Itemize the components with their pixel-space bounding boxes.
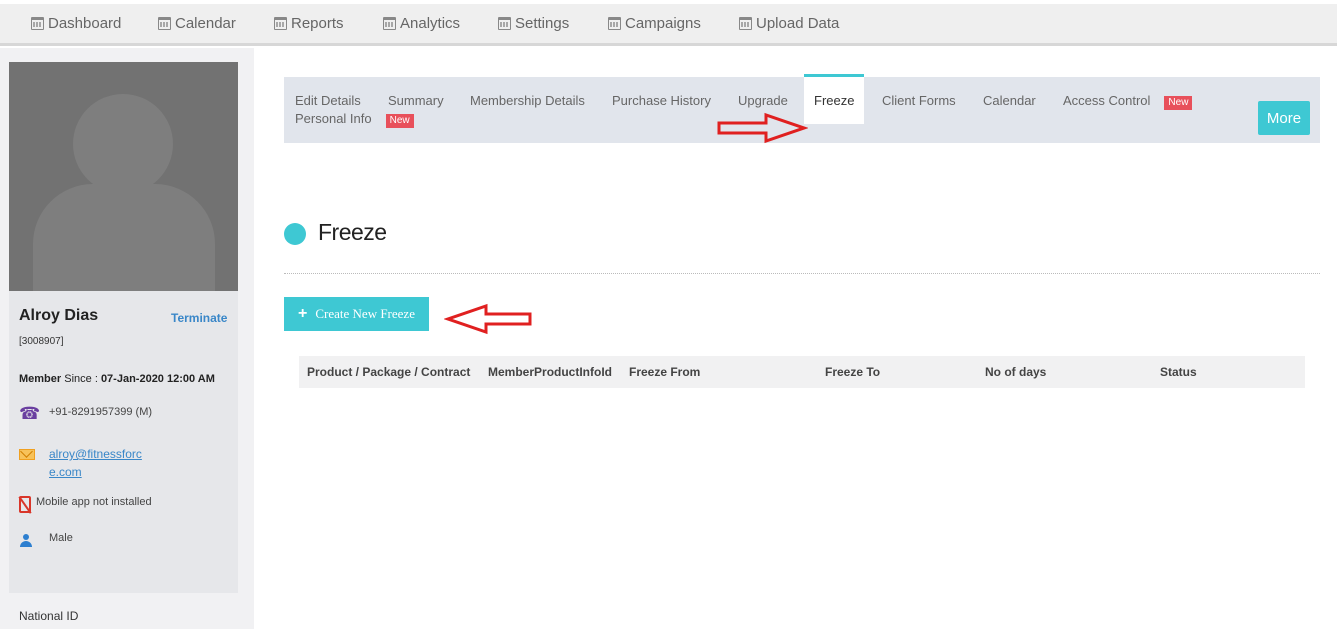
member-name: Alroy Dias: [19, 307, 99, 324]
phone-icon: [19, 404, 40, 424]
member-since: Member Since : 07-Jan-2020 12:00 AM: [19, 373, 215, 385]
annotation-arrow-right-icon: [717, 112, 808, 144]
phone-number: +91-8291957399 (M): [49, 406, 153, 418]
column-header: Freeze From: [629, 365, 701, 379]
avatar-head: [73, 94, 173, 194]
nav-campaigns[interactable]: Campaigns: [608, 15, 701, 32]
since-text: Since :: [61, 373, 101, 385]
email-link[interactable]: alroy@fitnessforc e.com: [49, 445, 149, 481]
column-header: Product / Package / Contract: [307, 365, 471, 379]
nav-label: Dashboard: [48, 15, 122, 32]
gender-row: Male: [19, 532, 73, 548]
calendar-icon: [274, 17, 287, 30]
tab-upgrade[interactable]: Upgrade: [738, 93, 788, 108]
tab-personal-info[interactable]: Personal Info New: [295, 111, 414, 128]
nav-dashboard[interactable]: Dashboard: [31, 15, 121, 32]
terminate-link[interactable]: Terminate: [171, 311, 227, 325]
plus-icon: +: [298, 305, 308, 322]
nav-analytics[interactable]: Analytics: [383, 15, 460, 32]
profile-card: Alroy Dias Terminate [3008907] Member Si…: [9, 62, 238, 593]
mail-icon: [19, 449, 35, 460]
calendar-icon: [608, 17, 621, 30]
avatar: [9, 62, 238, 291]
national-id-label: National ID: [19, 609, 79, 623]
tab-access-control[interactable]: Access Control New: [1063, 93, 1193, 110]
column-header: No of days: [985, 365, 1047, 379]
mobile-disabled-icon: [19, 496, 31, 513]
calendar-icon: [498, 17, 511, 30]
email-line-1: alroy@fitnessforc: [49, 447, 142, 461]
nav-label: Campaigns: [625, 15, 701, 32]
nav-label: Calendar: [175, 15, 236, 32]
column-header: MemberProductInfoId: [488, 365, 613, 379]
more-button[interactable]: More: [1258, 101, 1310, 135]
column-header: Status: [1160, 365, 1197, 379]
phone-row: +91-8291957399 (M): [19, 404, 153, 424]
nav-reports[interactable]: Reports: [274, 15, 344, 32]
member-label: Member: [19, 373, 62, 385]
email-row: alroy@fitnessforc e.com: [19, 445, 149, 481]
tab-purchase-history[interactable]: Purchase History: [612, 93, 711, 108]
nav-settings[interactable]: Settings: [498, 15, 569, 32]
section-title: Freeze: [318, 219, 387, 245]
section-divider: [284, 273, 1320, 274]
tab-edit-details[interactable]: Edit Details: [295, 93, 361, 108]
profile-sidebar: Alroy Dias Terminate [3008907] Member Si…: [0, 48, 254, 629]
tab-client-forms[interactable]: Client Forms: [882, 93, 956, 108]
avatar-body: [33, 184, 215, 291]
nav-label: Settings: [515, 15, 570, 32]
user-icon: [19, 534, 33, 548]
top-navigation: Dashboard Calendar Reports Analytics Set…: [0, 4, 1337, 46]
calendar-icon: [158, 17, 171, 30]
create-new-freeze-button[interactable]: + Create New Freeze: [284, 297, 429, 331]
calendar-icon: [31, 17, 44, 30]
annotation-arrow-left-icon: [444, 303, 532, 335]
member-id: [3008907]: [19, 336, 64, 347]
calendar-icon: [383, 17, 396, 30]
new-badge: New: [1164, 96, 1193, 110]
nav-label: Analytics: [400, 15, 461, 32]
app-status-row: Mobile app not installed: [19, 496, 152, 513]
email-line-2: e.com: [49, 465, 82, 479]
nav-label: Upload Data: [756, 15, 840, 32]
tab-freeze[interactable]: Freeze: [804, 74, 865, 124]
nav-upload-data[interactable]: Upload Data: [739, 15, 839, 32]
tab-label: Personal Info: [295, 111, 372, 126]
tab-summary[interactable]: Summary: [388, 93, 444, 108]
tab-membership-details[interactable]: Membership Details: [470, 93, 585, 108]
gender: Male: [49, 532, 73, 544]
section-dot: [284, 223, 306, 245]
tab-label: Access Control: [1063, 93, 1151, 108]
column-header: Freeze To: [825, 365, 881, 379]
new-badge: New: [385, 114, 414, 128]
since-date: 07-Jan-2020 12:00 AM: [100, 373, 215, 385]
nav-label: Reports: [291, 15, 344, 32]
calendar-icon: [739, 17, 752, 30]
tab-calendar[interactable]: Calendar: [983, 93, 1036, 108]
create-button-label: Create New Freeze: [315, 306, 415, 321]
app-status: Mobile app not installed: [36, 496, 152, 508]
freeze-table-header: Product / Package / Contract MemberProdu…: [299, 356, 1305, 388]
nav-calendar[interactable]: Calendar: [158, 15, 236, 32]
